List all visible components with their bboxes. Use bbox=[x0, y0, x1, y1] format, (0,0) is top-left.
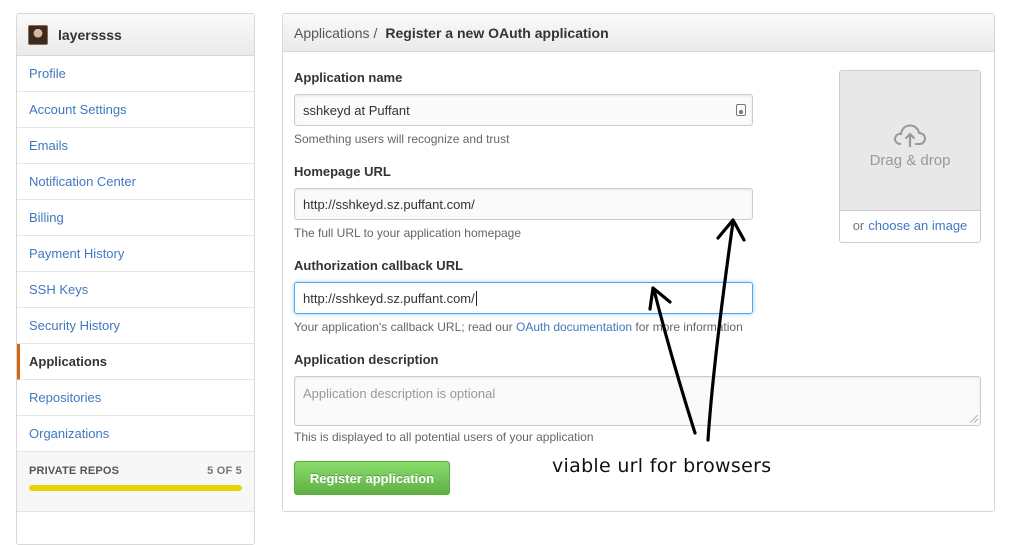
sidebar-item-billing[interactable]: Billing bbox=[17, 200, 254, 236]
username: layerssss bbox=[58, 26, 122, 43]
page-title: Register a new OAuth application bbox=[385, 24, 609, 41]
callback-hint-suffix: for more information bbox=[635, 320, 743, 334]
breadcrumb: Applications / Register a new OAuth appl… bbox=[283, 14, 994, 52]
sidebar-item-repositories[interactable]: Repositories bbox=[17, 380, 254, 416]
description-hint: This is displayed to all potential users… bbox=[294, 430, 594, 444]
resize-grip-icon[interactable] bbox=[970, 415, 978, 423]
sidebar-item-payment-history[interactable]: Payment History bbox=[17, 236, 254, 272]
choose-image-link[interactable]: choose an image bbox=[868, 218, 967, 233]
register-app-panel: Applications / Register a new OAuth appl… bbox=[282, 13, 995, 512]
description-placeholder: Application description is optional bbox=[303, 386, 496, 401]
homepage-url-label: Homepage URL bbox=[294, 164, 391, 179]
sidebar-item-ssh-keys[interactable]: SSH Keys bbox=[17, 272, 254, 308]
homepage-url-value: http://sshkeyd.sz.puffant.com/ bbox=[303, 196, 475, 212]
or-text: or bbox=[852, 218, 865, 233]
logo-upload-box: Drag & drop or choose an image bbox=[839, 70, 981, 243]
settings-sidebar: layerssss Profile Account Settings Emails N… bbox=[16, 13, 255, 545]
private-repos-panel: PRIVATE REPOS 5 OF 5 bbox=[17, 452, 254, 512]
avatar bbox=[28, 24, 48, 45]
sidebar-item-account-settings[interactable]: Account Settings bbox=[17, 92, 254, 128]
oauth-documentation-link[interactable]: OAuth documentation bbox=[516, 320, 632, 334]
private-repos-progress-fill bbox=[29, 485, 242, 491]
cloud-upload-icon bbox=[894, 124, 927, 147]
callback-url-hint: Your application's callback URL; read ou… bbox=[294, 320, 743, 334]
register-application-button[interactable]: Register application bbox=[294, 461, 450, 495]
sidebar-nav: Profile Account Settings Emails Notificatio… bbox=[17, 56, 254, 452]
sidebar-item-applications[interactable]: Applications bbox=[17, 344, 254, 380]
description-textarea[interactable]: Application description is optional bbox=[294, 376, 981, 426]
drop-zone[interactable]: Drag & drop bbox=[840, 71, 980, 211]
app-name-input[interactable]: sshkeyd at Puffant bbox=[294, 94, 753, 126]
app-name-value: sshkeyd at Puffant bbox=[303, 102, 410, 118]
drop-text: Drag & drop bbox=[869, 152, 951, 169]
private-repos-progress bbox=[29, 485, 242, 491]
callback-url-input[interactable]: http://sshkeyd.sz.puffant.com/ bbox=[294, 282, 753, 314]
annotation-note: viable url for browsers bbox=[552, 455, 772, 477]
sidebar-item-security-history[interactable]: Security History bbox=[17, 308, 254, 344]
choose-image-row: or choose an image bbox=[840, 209, 980, 242]
sidebar-item-profile[interactable]: Profile bbox=[17, 56, 254, 92]
private-repos-count: 5 OF 5 bbox=[207, 465, 242, 477]
sidebar-item-organizations[interactable]: Organizations bbox=[17, 416, 254, 452]
callback-url-label: Authorization callback URL bbox=[294, 258, 464, 273]
sidebar-item-emails[interactable]: Emails bbox=[17, 128, 254, 164]
text-cursor bbox=[475, 290, 477, 306]
breadcrumb-parent[interactable]: Applications bbox=[294, 25, 370, 41]
app-name-label: Application name bbox=[294, 70, 403, 85]
callback-hint-text: Your application's callback URL; read ou… bbox=[294, 320, 513, 334]
description-label: Application description bbox=[294, 352, 439, 367]
breadcrumb-separator: / bbox=[373, 24, 378, 41]
sidebar-user-header: layerssss bbox=[17, 14, 254, 56]
app-name-hint: Something users will recognize and trust bbox=[294, 132, 510, 146]
callback-url-value: http://sshkeyd.sz.puffant.com/ bbox=[303, 290, 475, 306]
homepage-url-hint: The full URL to your application homepag… bbox=[294, 226, 522, 240]
sidebar-item-notification-center[interactable]: Notification Center bbox=[17, 164, 254, 200]
contact-card-icon bbox=[736, 104, 746, 116]
homepage-url-input[interactable]: http://sshkeyd.sz.puffant.com/ bbox=[294, 188, 753, 220]
private-repos-label: PRIVATE REPOS bbox=[29, 465, 120, 477]
